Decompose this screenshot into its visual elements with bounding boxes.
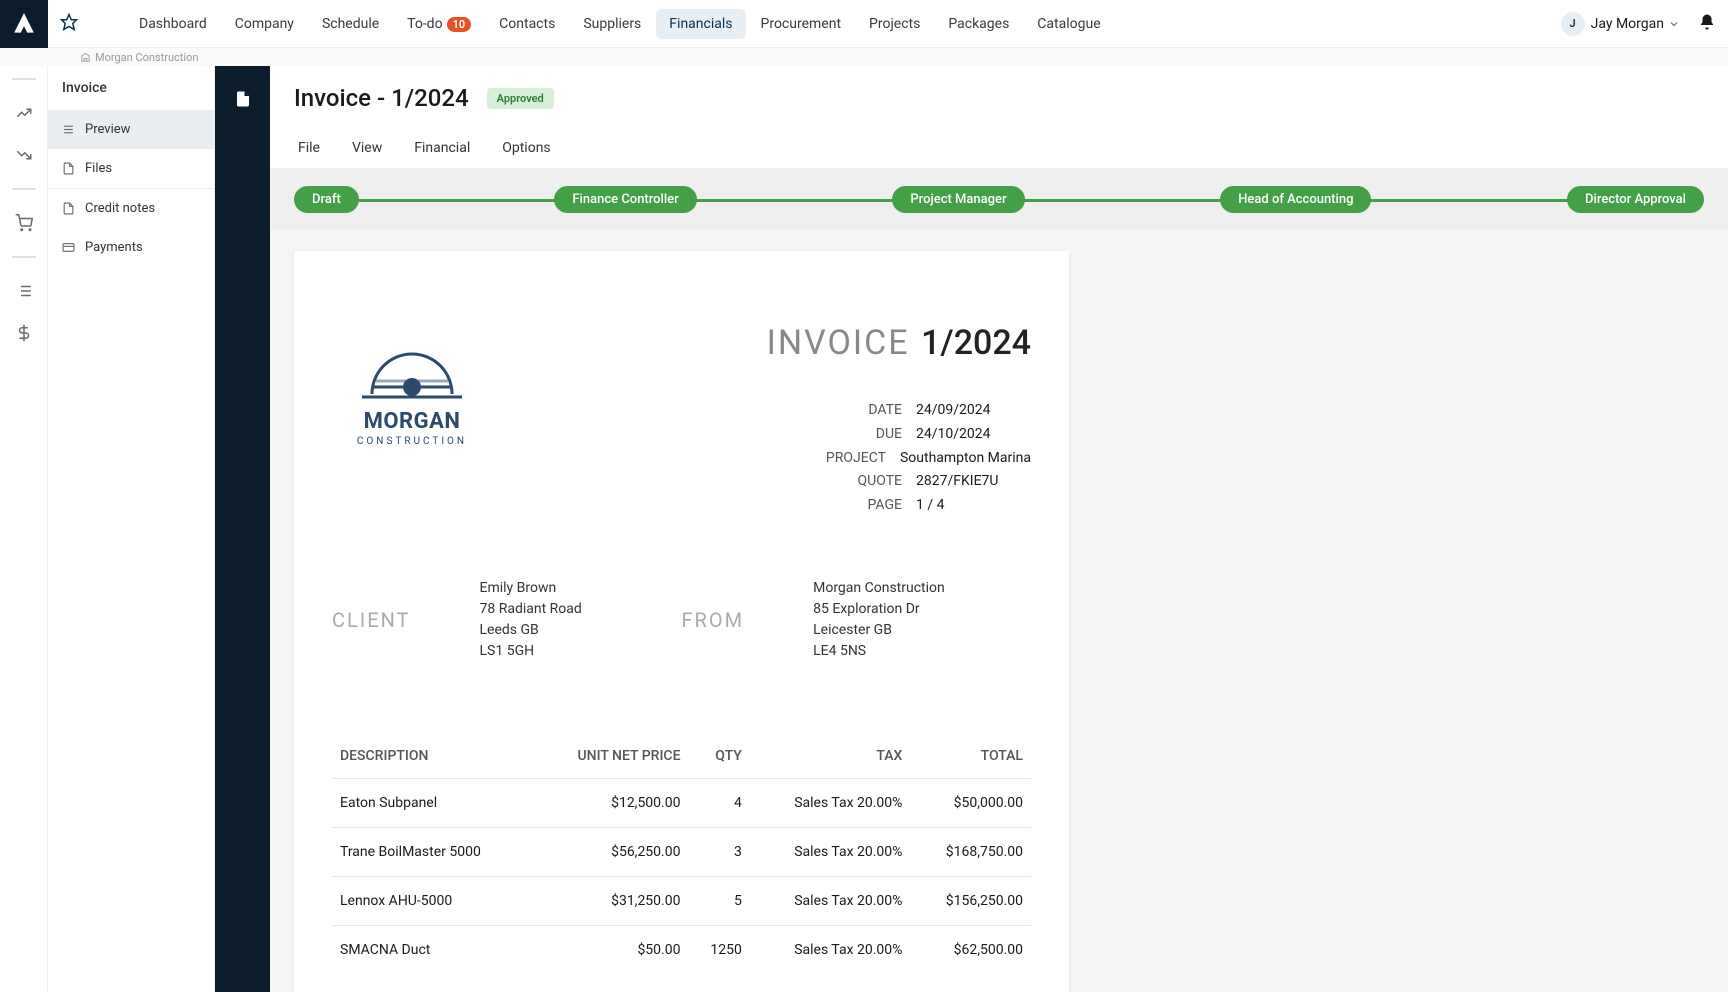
flow-project-manager[interactable]: Project Manager xyxy=(892,186,1024,213)
trend-up-icon[interactable] xyxy=(15,104,33,122)
invoice-number: 1/2024 xyxy=(921,323,1031,363)
nav-catalogue[interactable]: Catalogue xyxy=(1024,9,1113,39)
client-label: CLIENT xyxy=(332,608,411,632)
nav-schedule[interactable]: Schedule xyxy=(309,9,392,39)
nav-suppliers[interactable]: Suppliers xyxy=(570,9,654,39)
flow-head-accounting[interactable]: Head of Accounting xyxy=(1220,186,1371,213)
tab-options[interactable]: Options xyxy=(498,132,554,168)
table-row: Eaton Subpanel$12,500.004Sales Tax 20.00… xyxy=(332,778,1031,827)
todo-badge: 10 xyxy=(447,17,472,32)
invoice-word: INVOICE xyxy=(767,323,910,363)
dollar-icon[interactable] xyxy=(15,324,33,342)
left-rail xyxy=(0,66,48,992)
company-logo: MORGAN CONSTRUCTION xyxy=(332,323,492,463)
line-items-table: DESCRIPTION UNIT NET PRICE QTY TAX TOTAL… xyxy=(332,738,1031,974)
nav-company[interactable]: Company xyxy=(222,9,307,39)
app-logo[interactable] xyxy=(0,0,48,48)
star-icon[interactable] xyxy=(60,13,78,35)
breadcrumb: Morgan Construction xyxy=(0,48,1728,66)
sidebar-preview[interactable]: Preview xyxy=(48,110,214,149)
sidebar-item-label: Credit notes xyxy=(85,201,155,216)
flow-director-approval[interactable]: Director Approval xyxy=(1567,186,1704,213)
nav-contacts[interactable]: Contacts xyxy=(486,9,568,39)
trend-down-icon[interactable] xyxy=(15,146,33,164)
cart-icon[interactable] xyxy=(15,214,33,232)
tab-view[interactable]: View xyxy=(348,132,386,168)
chevron-down-icon xyxy=(1668,18,1680,30)
bell-icon[interactable] xyxy=(1698,13,1716,35)
card-icon xyxy=(62,241,75,254)
invoice-document: MORGAN CONSTRUCTION INVOICE 1/2024 DATE2… xyxy=(294,251,1069,992)
tab-financial[interactable]: Financial xyxy=(410,132,474,168)
flow-draft[interactable]: Draft xyxy=(294,186,359,213)
nav-projects[interactable]: Projects xyxy=(856,9,933,39)
nav-dashboard[interactable]: Dashboard xyxy=(126,9,220,39)
sidebar-credit-notes[interactable]: Credit notes xyxy=(48,189,214,228)
file-icon xyxy=(62,162,75,175)
sidebar-payments[interactable]: Payments xyxy=(48,228,214,267)
note-icon xyxy=(62,202,75,215)
table-row: Lennox AHU-5000$31,250.005Sales Tax 20.0… xyxy=(332,876,1031,925)
from-label: FROM xyxy=(682,608,745,632)
page-title: Invoice - 1/2024 xyxy=(294,84,469,112)
nav-financials[interactable]: Financials xyxy=(656,9,745,39)
user-name: Jay Morgan xyxy=(1591,16,1664,32)
logo-graphic xyxy=(352,339,472,409)
nav-packages[interactable]: Packages xyxy=(935,9,1022,39)
nav-procurement[interactable]: Procurement xyxy=(748,9,855,39)
sidebar-title: Invoice xyxy=(48,66,214,110)
doc-thumb[interactable] xyxy=(215,66,270,992)
client-address: Emily Brown 78 Radiant Road Leeds GB LS1… xyxy=(480,578,582,662)
sidebar: Invoice Preview Files Credit notes Payme… xyxy=(48,66,215,992)
sidebar-item-label: Payments xyxy=(85,240,143,255)
top-nav: Dashboard Company Schedule To-do10 Conta… xyxy=(126,9,1114,39)
sidebar-files[interactable]: Files xyxy=(48,149,214,188)
table-row: SMACNA Duct$50.001250Sales Tax 20.00%$62… xyxy=(332,925,1031,974)
tab-file[interactable]: File xyxy=(294,132,324,168)
approval-flow: Draft Finance Controller Project Manager… xyxy=(270,169,1728,229)
nav-todo[interactable]: To-do10 xyxy=(394,9,484,39)
status-badge: Approved xyxy=(487,88,554,109)
list-icon[interactable] xyxy=(15,282,33,300)
flow-finance-controller[interactable]: Finance Controller xyxy=(554,186,696,213)
sidebar-item-label: Files xyxy=(85,161,112,176)
bank-icon xyxy=(80,52,91,63)
from-address: Morgan Construction 85 Exploration Dr Le… xyxy=(813,578,945,662)
avatar: J xyxy=(1561,12,1585,36)
user-menu[interactable]: J Jay Morgan xyxy=(1561,12,1680,36)
page-icon xyxy=(234,88,252,110)
lines-icon xyxy=(62,123,75,136)
sidebar-item-label: Preview xyxy=(85,122,130,137)
table-row: Trane BoilMaster 5000$56,250.003Sales Ta… xyxy=(332,827,1031,876)
